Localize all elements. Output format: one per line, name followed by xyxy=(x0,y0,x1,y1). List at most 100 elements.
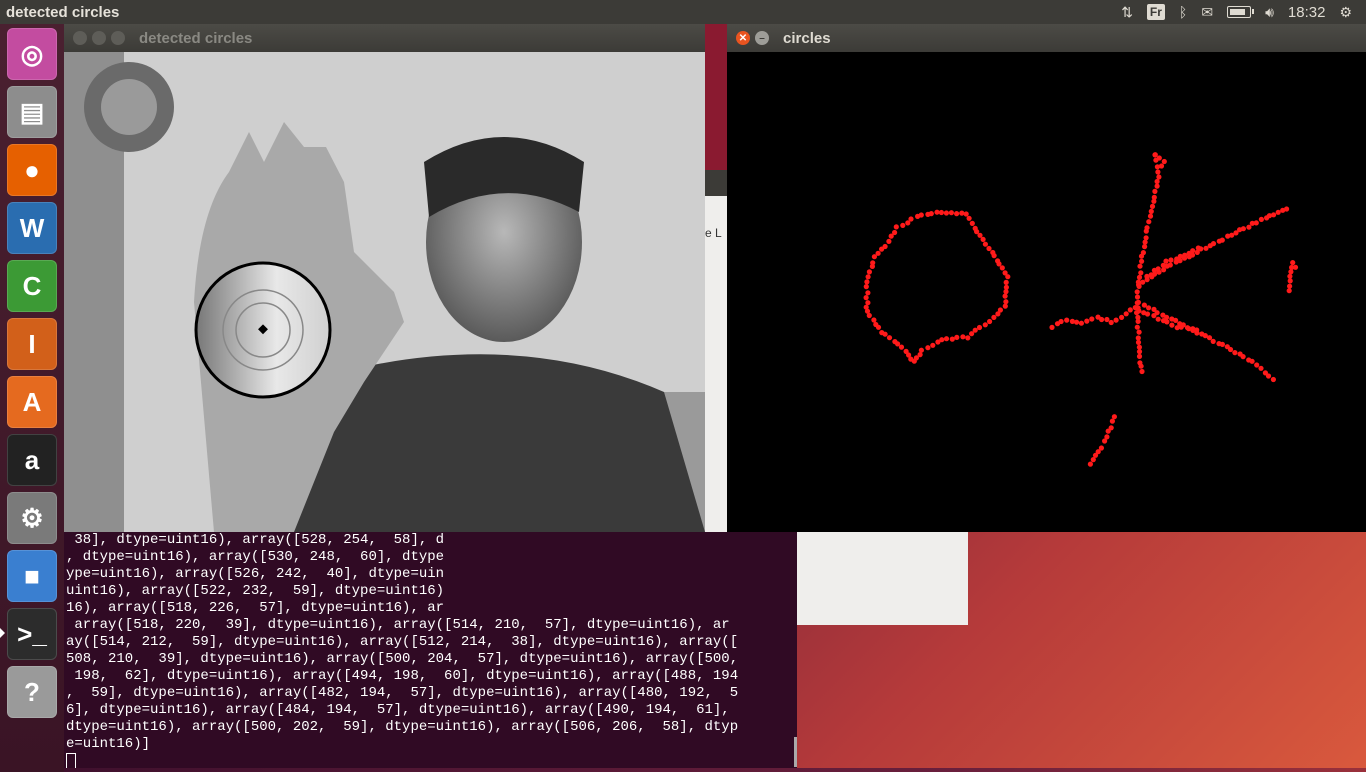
terminal-line: 508, 210, 39], dtype=uint16), array([500… xyxy=(66,651,797,668)
stroke-dot xyxy=(1135,294,1140,299)
stroke-dot xyxy=(1254,362,1259,367)
stroke-dot xyxy=(1114,318,1119,323)
stroke-dot xyxy=(1266,373,1271,378)
stroke-dot xyxy=(1003,299,1008,304)
camera-image xyxy=(64,52,705,532)
stroke-dot xyxy=(1139,369,1144,374)
launcher-help-icon[interactable]: ? xyxy=(7,666,57,718)
stroke-dot xyxy=(1178,254,1183,259)
stroke-dot xyxy=(1138,270,1143,275)
camera-view xyxy=(64,52,705,532)
launcher-libreoffice-writer-icon[interactable]: W xyxy=(7,202,57,254)
stroke-dot xyxy=(1102,438,1107,443)
stroke-dot xyxy=(867,269,872,274)
mail-icon[interactable]: ✉ xyxy=(1201,4,1213,21)
terminal-scrollbar[interactable] xyxy=(794,737,797,767)
stroke-dot xyxy=(1139,364,1144,369)
launcher-ubuntu-dash-icon[interactable]: ◎ xyxy=(7,28,57,80)
volume-icon[interactable]: 🔊︎ xyxy=(1265,4,1274,21)
stroke-dot xyxy=(1059,319,1064,324)
stroke-dot xyxy=(1000,265,1005,270)
stroke-dot xyxy=(925,345,930,350)
bluetooth-icon[interactable]: ᛒ xyxy=(1179,4,1187,20)
stroke-dot xyxy=(1003,289,1008,294)
keyboard-layout-indicator[interactable]: Fr xyxy=(1147,4,1165,20)
stroke-dot xyxy=(1254,220,1259,225)
stroke-dot xyxy=(1128,307,1133,312)
terminal-line: dtype=uint16), array([500, 202, 59], dty… xyxy=(66,719,797,736)
circles-window[interactable]: ✕ – circles xyxy=(727,24,1366,532)
stroke-dot xyxy=(1079,321,1084,326)
launcher-software-center-icon[interactable]: A xyxy=(7,376,57,428)
stroke-dot xyxy=(1139,254,1144,259)
terminal-line: , dtype=uint16), array([530, 248, 60], d… xyxy=(66,549,797,566)
battery-icon[interactable] xyxy=(1227,6,1251,18)
stroke-dot xyxy=(954,211,959,216)
launcher-firefox-icon[interactable]: ● xyxy=(7,144,57,196)
stroke-dot xyxy=(1287,284,1292,289)
clock[interactable]: 18:32 xyxy=(1288,4,1326,21)
terminal-window[interactable]: 38], dtype=uint16), array([528, 254, 58]… xyxy=(64,532,797,768)
stroke-dot xyxy=(919,212,924,217)
stroke-dot xyxy=(1135,325,1140,330)
stroke-dot xyxy=(1163,259,1168,264)
launcher-libreoffice-calc-icon[interactable]: C xyxy=(7,260,57,312)
system-tray: ⇅ Fr ᛒ ✉ 🔊︎ 18:32 ⚙ xyxy=(1121,4,1352,21)
close-button[interactable]: ✕ xyxy=(736,31,750,45)
stroke-dot xyxy=(995,311,1000,316)
stroke-dot xyxy=(1133,305,1138,310)
launcher-system-settings-icon[interactable]: ⚙ xyxy=(7,492,57,544)
stroke-dot xyxy=(1288,278,1293,283)
maximize-button[interactable] xyxy=(111,31,125,45)
stroke-dot xyxy=(876,251,881,256)
stroke-dot xyxy=(1099,317,1104,322)
launcher-files-icon[interactable]: ▤ xyxy=(7,86,57,138)
stroke-dot xyxy=(1146,305,1151,310)
stroke-dot xyxy=(1137,349,1142,354)
stroke-dot xyxy=(1290,260,1295,265)
detected-circles-window[interactable]: detected circles xyxy=(64,24,705,532)
circles-window-titlebar[interactable]: ✕ – circles xyxy=(727,24,1366,52)
close-button[interactable] xyxy=(73,31,87,45)
stroke-dot xyxy=(864,279,869,284)
stroke-dot xyxy=(904,349,909,354)
minimize-button[interactable] xyxy=(92,31,106,45)
stroke-dot xyxy=(1136,340,1141,345)
terminal-line: ype=uint16), array([526, 242, 40], dtype… xyxy=(66,566,797,583)
stroke-dot xyxy=(1190,248,1195,253)
network-arrows-icon[interactable]: ⇅ xyxy=(1121,4,1133,21)
stroke-dot xyxy=(983,242,988,247)
stroke-dot xyxy=(1106,429,1111,434)
stroke-dot xyxy=(1155,184,1160,189)
launcher: ◎ ▤ ● W C I Aa ⚙ ■ >_? xyxy=(0,24,64,772)
stroke-dot xyxy=(873,322,878,327)
stroke-dot xyxy=(1168,257,1173,262)
terminal-line: 198, 62], dtype=uint16), array([494, 198… xyxy=(66,668,797,685)
launcher-libreoffice-impress-icon[interactable]: I xyxy=(7,318,57,370)
stroke-dot xyxy=(939,210,944,215)
stroke-dot xyxy=(879,330,884,335)
stroke-dot xyxy=(1246,225,1251,230)
stroke-dot xyxy=(1258,366,1263,371)
stroke-dot xyxy=(908,216,913,221)
detected-window-titlebar[interactable]: detected circles xyxy=(64,24,705,52)
launcher-virtualbox-icon[interactable]: ■ xyxy=(7,550,57,602)
stroke-dot xyxy=(1110,419,1115,424)
gear-icon[interactable]: ⚙ xyxy=(1339,4,1352,21)
background-window[interactable]: e L xyxy=(705,24,727,534)
terminal-cursor xyxy=(66,753,76,768)
stroke-dot xyxy=(959,211,964,216)
launcher-amazon-icon[interactable]: a xyxy=(7,434,57,486)
stroke-dot xyxy=(1091,457,1096,462)
stroke-dot xyxy=(892,230,897,235)
terminal-line: , 59], dtype=uint16), array([482, 194, 5… xyxy=(66,685,797,702)
stroke-dot xyxy=(1157,155,1162,160)
background-window-strip xyxy=(705,24,727,170)
terminal-line: uint16), array([522, 232, 59], dtype=uin… xyxy=(66,583,797,600)
stroke-dot xyxy=(1139,259,1144,264)
stroke-dot xyxy=(866,274,871,279)
minimize-button[interactable]: – xyxy=(755,31,769,45)
stroke-dot xyxy=(1089,316,1094,321)
launcher-terminal-icon[interactable]: >_ xyxy=(7,608,57,660)
stroke-dot xyxy=(935,339,940,344)
